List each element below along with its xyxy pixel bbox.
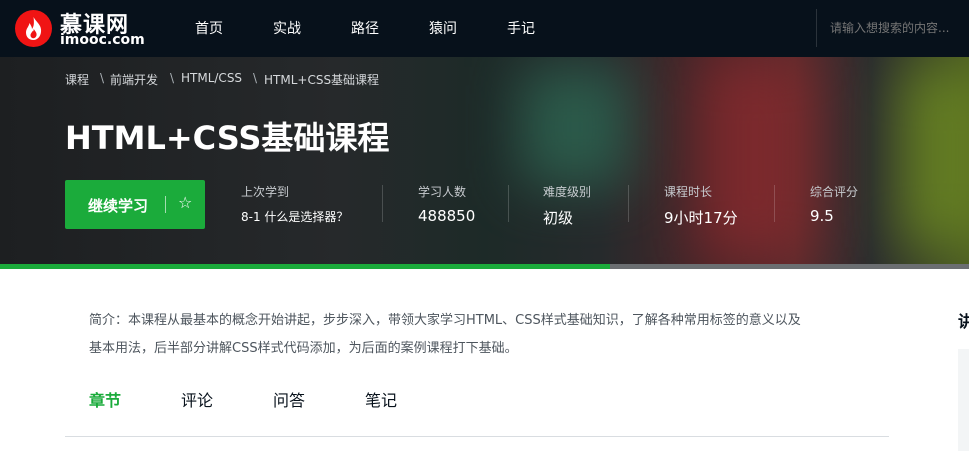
difficulty-value: 初级 <box>543 209 574 227</box>
breadcrumb-current: HTML+CSS基础课程 <box>264 73 380 87</box>
breadcrumb-courses[interactable]: 课程 <box>65 71 89 88</box>
tab-comments[interactable]: 评论 <box>181 387 213 411</box>
rating-value: 9.5 <box>810 207 834 225</box>
logo-name-en: imooc.com <box>60 32 145 48</box>
tab-notes[interactable]: 笔记 <box>365 387 397 411</box>
banner-backdrop-teal <box>520 67 630 187</box>
breadcrumb-separator: \ <box>253 71 258 85</box>
duration-value: 9小时17分 <box>664 209 738 227</box>
site-logo[interactable]: 慕课网 imooc.com <box>15 8 155 48</box>
stat-divider <box>508 185 509 222</box>
search-input[interactable] <box>820 15 969 41</box>
breadcrumb-separator: \ <box>170 71 175 85</box>
stat-divider <box>628 185 629 222</box>
breadcrumb-frontend[interactable]: 前端开发 <box>110 71 158 88</box>
course-title: HTML+CSS基础课程 <box>65 119 390 157</box>
course-intro-line: 简介：本课程从最基本的概念开始讲起，步步深入，带领大家学习HTML、CSS样式基… <box>89 313 801 328</box>
course-progress-bar <box>0 264 969 269</box>
last-learned-label: 上次学到 <box>241 185 290 199</box>
difficulty-label: 难度级别 <box>543 185 592 199</box>
continue-learning-label: 继续学习 <box>88 197 149 215</box>
tabs-divider <box>65 436 889 437</box>
course-progress-fill <box>0 264 611 269</box>
rating-label: 综合评分 <box>810 185 859 199</box>
breadcrumb-separator: \ <box>100 71 105 85</box>
nav-item-practice[interactable]: 实战 <box>273 18 301 38</box>
tab-chapters[interactable]: 章节 <box>89 387 121 411</box>
stat-divider <box>774 185 775 222</box>
search-box <box>816 9 969 47</box>
stat-divider <box>382 185 383 222</box>
sidebar-card <box>958 349 969 451</box>
course-intro: 简介：本课程从最基本的概念开始讲起，步步深入，带领大家学习HTML、CSS样式基… <box>89 307 879 363</box>
sidebar-title: 讲 <box>958 312 969 331</box>
nav-item-qa[interactable]: 猿问 <box>429 18 457 38</box>
course-intro-line: 基本用法，后半部分讲解CSS样式代码添加，为后面的案例课程打下基础。 <box>89 341 518 356</box>
button-divider <box>165 196 166 213</box>
learners-label: 学习人数 <box>418 185 467 199</box>
banner-backdrop-green <box>900 67 969 247</box>
continue-learning-button[interactable]: 继续学习 ☆ <box>65 180 205 229</box>
nav-item-notes[interactable]: 手记 <box>507 18 535 38</box>
course-banner: 课程 \ 前端开发 \ HTML/CSS \ HTML+CSS基础课程 HTML… <box>0 57 969 265</box>
star-outline-icon[interactable]: ☆ <box>178 193 192 212</box>
nav-item-path[interactable]: 路径 <box>351 18 379 38</box>
duration-label: 课程时长 <box>664 185 713 199</box>
learners-value: 488850 <box>418 207 476 225</box>
top-navbar: 慕课网 imooc.com 首页 实战 路径 猿问 手记 <box>0 0 969 57</box>
breadcrumb-html-css[interactable]: HTML/CSS <box>181 71 242 85</box>
nav-item-home[interactable]: 首页 <box>195 18 223 38</box>
last-learned-value[interactable]: 8-1 什么是选择器？ <box>241 208 348 225</box>
tab-questions[interactable]: 问答 <box>273 387 305 411</box>
flame-logo-icon <box>15 10 52 47</box>
